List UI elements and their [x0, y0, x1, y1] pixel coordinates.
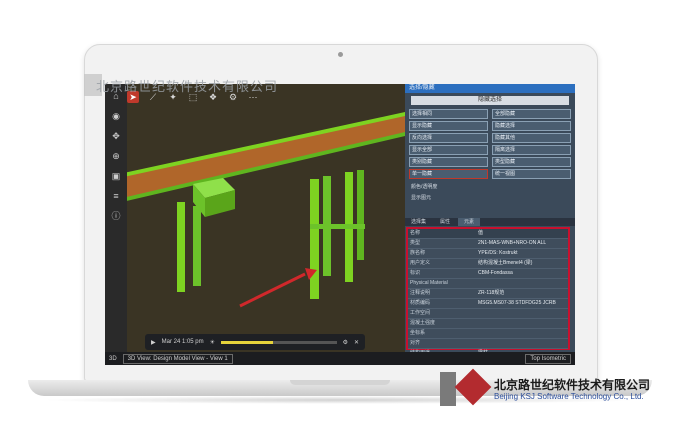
playbar-date: Mar 24 1:05 pm — [161, 339, 204, 345]
panel-tab[interactable]: 属性 — [434, 218, 456, 226]
property-key: 混凝土强度 — [410, 320, 436, 326]
panel-button[interactable]: 反向选择 — [409, 133, 488, 143]
panel-button[interactable]: 单一隐藏 — [409, 169, 488, 179]
property-row[interactable]: 坐标系 — [408, 329, 568, 339]
properties-header-cell: 值 — [478, 230, 484, 236]
company-watermark: 北京路世纪软件技术有限公司 Beijing KSJ Software Techn… — [440, 368, 680, 410]
panel-button[interactable]: 隐藏其他 — [492, 133, 571, 143]
panel-button[interactable]: 全部隐藏 — [492, 109, 571, 119]
3d-viewport[interactable]: ⌂ ◉ ✥ ⊕ ▣ ≡ ⓘ ➤ ⟋ ✦ ⬚ ❖ ⚙ ⋯ ▶ Mar 24 1:0… — [105, 84, 405, 365]
left-toolbar: ⌂ ◉ ✥ ⊕ ▣ ≡ ⓘ — [105, 84, 127, 352]
property-value — [478, 339, 568, 348]
panel-button[interactable]: 隔离选择 — [492, 145, 571, 155]
property-value — [478, 319, 568, 328]
pier-left-2 — [193, 206, 201, 286]
property-key: 用户定义 — [410, 260, 431, 266]
property-value: 结构混凝土Bmenel4 (梁) — [478, 260, 533, 266]
company-logo-bar — [440, 372, 456, 406]
property-key: 标识 — [410, 270, 421, 276]
timeline-playbar: ▶ Mar 24 1:05 pm ☀ ⚙ ✕ — [145, 334, 365, 350]
panel-row-color[interactable]: 颜色/透明度 — [411, 183, 569, 191]
status-bar: 3D 3D View: Design Model View - View 1 T… — [105, 352, 575, 365]
play-icon[interactable]: ▶ — [151, 339, 156, 346]
property-value — [478, 329, 568, 338]
property-value: YPE/DS: Kostrukt — [478, 250, 518, 256]
panel-button[interactable]: 类型隐藏 — [492, 157, 571, 167]
fit-icon[interactable]: ▣ — [110, 170, 122, 182]
property-row[interactable]: Physical Material — [408, 279, 568, 289]
view-select[interactable]: 3D View: Design Model View - View 1 — [122, 353, 233, 364]
property-value — [478, 279, 568, 288]
company-name-cn: 北京路世纪软件技术有限公司 — [494, 378, 651, 392]
timeline-slider[interactable] — [221, 340, 337, 344]
panel-button-grid: 选择相同 全部隐藏 显示隐藏 隐藏选择 反向选择 隐藏其他 显示全部 隔离选择 类别隐藏 类型隐藏… — [409, 109, 571, 179]
panel-button[interactable]: 隐藏选择 — [492, 121, 571, 131]
property-row[interactable]: 标识 CBM-Fondassa — [408, 269, 568, 279]
pier-left-1 — [177, 202, 185, 292]
property-value: MSG5.MS07-38 STDFDG25 JCRB — [478, 300, 556, 306]
property-value: 2N1-MAS-WNB+NRO-ON ALL — [478, 240, 547, 246]
panel-button[interactable]: 统一视图 — [492, 169, 571, 179]
property-row[interactable]: 注释说明 ZR-118规范 — [408, 289, 568, 299]
property-row[interactable]: 混凝土强度 — [408, 319, 568, 329]
property-row[interactable]: 工作空间 — [408, 309, 568, 319]
side-panel: 选择/隐藏 隐藏选择 选择相同 全部隐藏 显示隐藏 隐藏选择 反向选择 隐藏其他 显示全部隔… — [405, 84, 575, 359]
panel-tab[interactable]: 选择集 — [405, 218, 432, 226]
close-icon[interactable]: ✕ — [354, 339, 359, 346]
model-scene — [105, 84, 405, 352]
panel-button[interactable]: 显示隐藏 — [409, 121, 488, 131]
gear-icon[interactable]: ⚙ — [343, 339, 348, 346]
property-key: 族名称 — [410, 250, 426, 256]
property-row[interactable]: 用户定义 结构混凝土Bmenel4 (梁) — [408, 259, 568, 269]
properties-header: 名称 值 — [408, 229, 568, 239]
properties-table: 名称 值类型 2N1-MAS-WNB+NRO-ON ALL 族名称 YPE/DS: Ko… — [406, 227, 570, 359]
pier-right-4 — [357, 170, 364, 260]
sun-icon[interactable]: ☀ — [210, 339, 215, 346]
property-key: Physical Material — [410, 280, 448, 286]
property-key: 坐标系 — [410, 330, 426, 336]
property-key: 类型 — [410, 240, 421, 246]
property-row[interactable]: 对齐 — [408, 339, 568, 349]
properties-icon[interactable]: ⓘ — [110, 210, 122, 222]
panel-dropdown[interactable]: 隐藏选择 — [411, 96, 569, 105]
view-mode-label[interactable]: 3D — [109, 356, 117, 362]
pier-right-1 — [310, 179, 319, 299]
property-row[interactable]: 材质编码 MSG5.MS07-38 STDFDG25 JCRB — [408, 299, 568, 309]
panel-button[interactable]: 类别隐藏 — [409, 157, 488, 167]
panel-tabs: 选择集 属性 元素 — [405, 218, 575, 226]
panel-tab[interactable]: 元素 — [458, 218, 481, 226]
orbit-icon[interactable]: ◉ — [110, 110, 122, 122]
watermark-top-text: 北京路世纪软件技术有限公司 — [96, 79, 279, 94]
property-row[interactable]: 族名称 YPE/DS: Kostrukt — [408, 249, 568, 259]
panel-row-display[interactable]: 显示图元 — [411, 194, 569, 202]
panel-button[interactable]: 选择相同 — [409, 109, 488, 119]
company-name-en: Beijing KSJ Software Technology Co., Ltd… — [494, 392, 644, 401]
company-logo-icon — [454, 368, 492, 406]
property-key: 材质编码 — [410, 300, 431, 306]
property-key: 对齐 — [410, 340, 421, 346]
property-key: 注释说明 — [410, 290, 431, 296]
property-row[interactable]: 类型 2N1-MAS-WNB+NRO-ON ALL — [408, 239, 568, 249]
property-value: ZR-118规范 — [478, 290, 505, 296]
camera-dot — [338, 52, 343, 57]
timeline-slider-fill — [221, 340, 274, 344]
camera-select[interactable]: Top Isometric — [525, 353, 571, 364]
panel-button[interactable]: 显示全部 — [409, 145, 488, 155]
property-value: CBM-Fondassa — [478, 270, 513, 276]
layers-icon[interactable]: ≡ — [110, 190, 122, 202]
zoom-icon[interactable]: ⊕ — [110, 150, 122, 162]
app-screen: ⌂ ◉ ✥ ⊕ ▣ ≡ ⓘ ➤ ⟋ ✦ ⬚ ❖ ⚙ ⋯ ▶ Mar 24 1:0… — [105, 84, 575, 365]
property-value — [478, 309, 568, 318]
panel-header: 选择/隐藏 — [405, 84, 575, 93]
laptop-notch — [290, 380, 390, 385]
properties-header-cell: 名称 — [410, 230, 421, 236]
property-key: 工作空间 — [410, 310, 431, 316]
pan-icon[interactable]: ✥ — [110, 130, 122, 142]
